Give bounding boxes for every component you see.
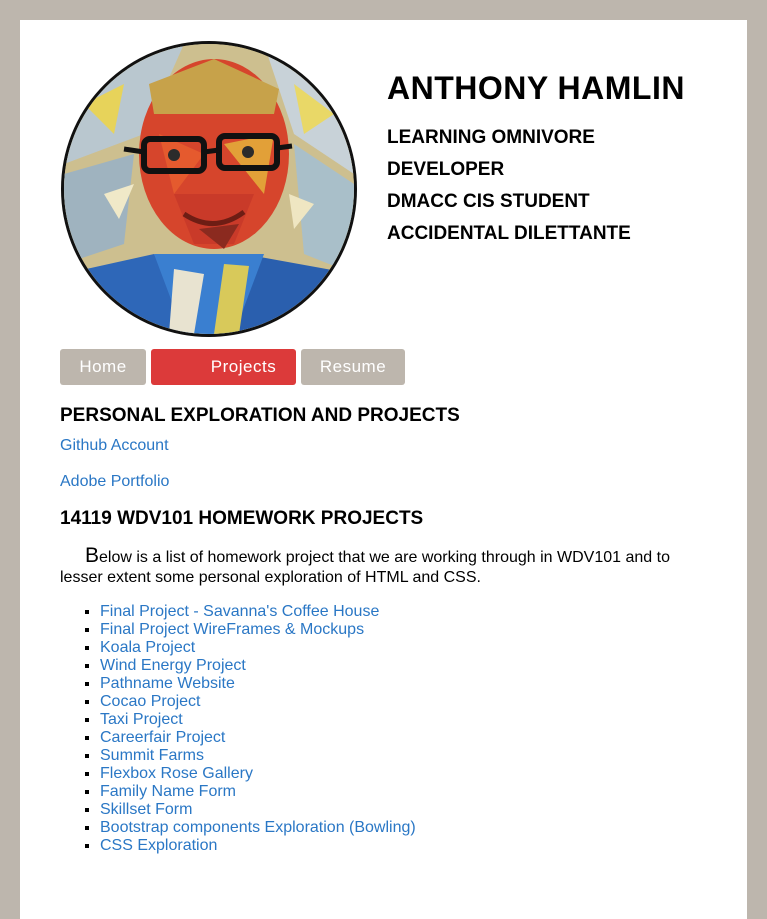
project-link[interactable]: Flexbox Rose Gallery: [100, 765, 253, 782]
project-link[interactable]: Wind Energy Project: [100, 657, 246, 674]
github-account-link[interactable]: Github Account: [60, 436, 169, 456]
role-item: ACCIDENTAL DILETTANTE: [387, 223, 631, 244]
project-link[interactable]: Careerfair Project: [100, 729, 225, 746]
list-item: Cocao Project: [100, 693, 710, 711]
main-content: PERSONAL EXPLORATION AND PROJECTS Github…: [60, 404, 710, 855]
personal-section-heading: PERSONAL EXPLORATION AND PROJECTS: [60, 405, 460, 426]
list-item: Taxi Project: [100, 711, 710, 729]
list-item: CSS Exploration: [100, 837, 710, 855]
list-item: Skillset Form: [100, 801, 710, 819]
role-item: DMACC CIS STUDENT: [387, 191, 590, 212]
intro-drop-letter: B: [85, 544, 100, 567]
roles-list: LEARNING OMNIVORE DEVELOPER DMACC CIS ST…: [387, 122, 631, 250]
project-link[interactable]: Pathname Website: [100, 675, 235, 692]
nav-projects-button[interactable]: Projects: [151, 349, 296, 385]
adobe-portfolio-link[interactable]: Adobe Portfolio: [60, 472, 169, 492]
list-item: Family Name Form: [100, 783, 710, 801]
project-link[interactable]: Summit Farms: [100, 747, 204, 764]
project-link[interactable]: Final Project - Savanna's Coffee House: [100, 603, 379, 620]
page-card: ANTHONY HAMLIN LEARNING OMNIVORE DEVELOP…: [20, 20, 747, 919]
list-item: Pathname Website: [100, 675, 710, 693]
site-owner-name: ANTHONY HAMLIN: [387, 70, 685, 106]
homework-section-heading: 14119 WDV101 HOMEWORK PROJECTS: [60, 508, 424, 529]
role-item: LEARNING OMNIVORE: [387, 127, 595, 148]
main-nav: Home Projects Resume: [60, 349, 405, 385]
role-item: DEVELOPER: [387, 159, 505, 180]
project-link[interactable]: Final Project WireFrames & Mockups: [100, 621, 364, 638]
list-item: Final Project - Savanna's Coffee House: [100, 603, 710, 621]
project-list: Final Project - Savanna's Coffee House F…: [60, 603, 710, 855]
intro-text-body: elow is a list of homework project that …: [60, 549, 670, 586]
list-item: Careerfair Project: [100, 729, 710, 747]
list-item: Wind Energy Project: [100, 657, 710, 675]
project-link[interactable]: Skillset Form: [100, 801, 192, 818]
project-link[interactable]: Cocao Project: [100, 693, 201, 710]
list-item: Koala Project: [100, 639, 710, 657]
homework-intro-text: Below is a list of homework project that…: [60, 544, 710, 588]
nav-resume-button[interactable]: Resume: [301, 349, 405, 385]
list-item: Summit Farms: [100, 747, 710, 765]
list-item: Final Project WireFrames & Mockups: [100, 621, 710, 639]
project-link[interactable]: Family Name Form: [100, 783, 236, 800]
nav-home-button[interactable]: Home: [60, 349, 146, 385]
list-item: Flexbox Rose Gallery: [100, 765, 710, 783]
profile-portrait-image: [64, 44, 354, 334]
project-link[interactable]: Bootstrap components Exploration (Bowlin…: [100, 819, 416, 836]
project-link[interactable]: Taxi Project: [100, 711, 183, 728]
project-link[interactable]: Koala Project: [100, 639, 195, 656]
list-item: Bootstrap components Exploration (Bowlin…: [100, 819, 710, 837]
profile-avatar: [61, 41, 357, 337]
project-link[interactable]: CSS Exploration: [100, 837, 217, 854]
